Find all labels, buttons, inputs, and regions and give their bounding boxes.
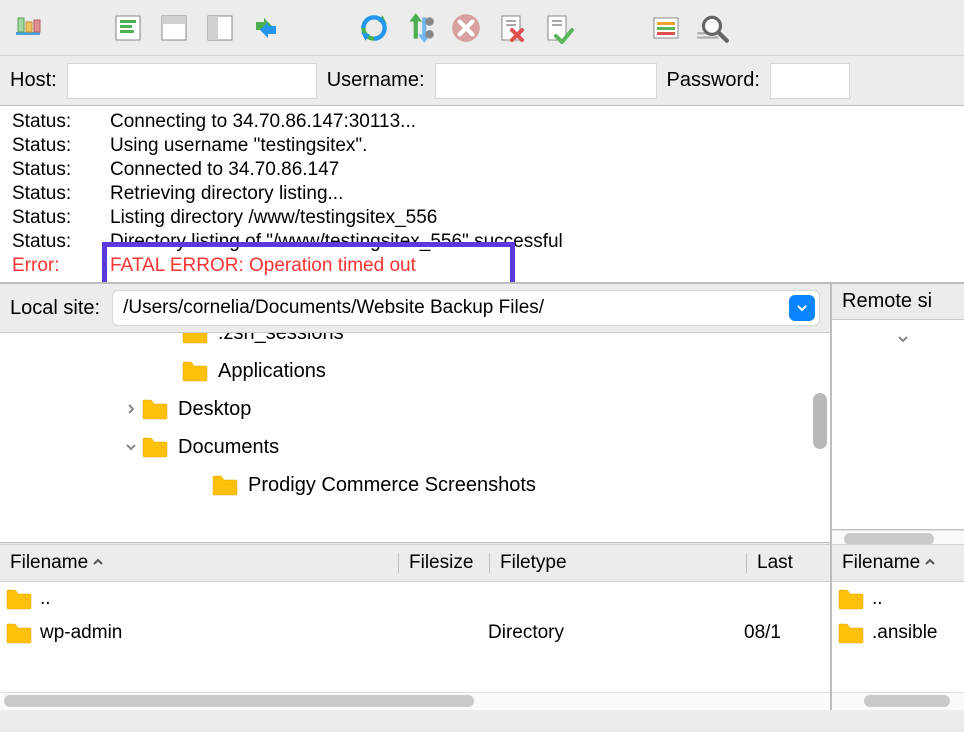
log-label: Status:: [0, 158, 110, 182]
refresh-button[interactable]: [354, 8, 394, 48]
remote-panel: Remote si: [832, 284, 964, 544]
folder-icon: [182, 360, 218, 382]
local-panel: Local site: /Users/cornelia/Documents/We…: [0, 284, 832, 544]
folder-icon: [0, 588, 40, 610]
local-path-text: /Users/cornelia/Documents/Website Backup…: [123, 297, 789, 319]
log-row: Status:Connected to 34.70.86.147: [0, 158, 964, 182]
tree-item[interactable]: Prodigy Commerce Screenshots: [0, 466, 830, 504]
username-input[interactable]: [435, 63, 657, 99]
local-site-label: Local site:: [10, 297, 100, 320]
log-label: Status:: [0, 206, 110, 230]
col-lastmod[interactable]: Last: [747, 552, 830, 574]
toggle-localtree-button[interactable]: [154, 8, 194, 48]
sort-asc-icon: [92, 555, 104, 571]
file-row[interactable]: ..: [832, 582, 964, 616]
tree-item[interactable]: Applications: [0, 352, 830, 390]
log-message: Directory listing of "/www/testingsitex_…: [110, 230, 964, 254]
tree-item-label: Desktop: [178, 398, 251, 421]
tree-item-label: Documents: [178, 436, 279, 459]
remote-tree-hscroll[interactable]: [832, 530, 964, 544]
log-message: Listing directory /www/testingsitex_556: [110, 206, 964, 230]
file-name: .ansible: [872, 622, 938, 644]
toggle-queue-button[interactable]: [246, 8, 286, 48]
file-name: wp-admin: [40, 622, 122, 644]
file-name: ..: [872, 588, 883, 610]
password-input[interactable]: [770, 63, 850, 99]
col-filename[interactable]: Filename: [832, 552, 964, 574]
file-name: ..: [40, 588, 51, 610]
col-filename[interactable]: Filename: [0, 552, 398, 574]
remote-site-label: Remote si: [842, 290, 932, 313]
remote-file-list: Filename .. .ansible: [832, 544, 964, 710]
toolbar: [0, 0, 964, 56]
file-row[interactable]: wp-admin Directory08/1: [0, 616, 830, 650]
tree-item[interactable]: .zsh_sessions: [0, 333, 830, 352]
folder-icon: [142, 436, 178, 458]
tree-item[interactable]: Desktop: [0, 390, 830, 428]
process-queue-button[interactable]: [400, 8, 440, 48]
sitemgr-button[interactable]: [8, 8, 48, 48]
log-label: Status:: [0, 230, 110, 254]
col-filetype[interactable]: Filetype: [490, 552, 746, 574]
remote-list-header[interactable]: Filename: [832, 544, 964, 582]
log-row: Status:Listing directory /www/testingsit…: [0, 206, 964, 230]
log-row: Error:FATAL ERROR: Operation timed out: [0, 254, 964, 278]
log-message: Connecting to 34.70.86.147:30113...: [110, 110, 964, 134]
quickconnect-bar: Host: Username: Password:: [0, 56, 964, 106]
host-input[interactable]: [67, 63, 317, 99]
chevron-down-icon[interactable]: [120, 441, 142, 453]
folder-icon: [182, 333, 218, 344]
local-list-hscroll[interactable]: [0, 692, 830, 710]
folder-icon: [0, 622, 40, 644]
toggle-remotetree-button[interactable]: [200, 8, 240, 48]
search-button[interactable]: [692, 8, 732, 48]
tree-item-label: Prodigy Commerce Screenshots: [248, 474, 536, 497]
cancel-button[interactable]: [446, 8, 486, 48]
tree-item-label: Applications: [218, 360, 326, 383]
local-file-list: Filename Filesize Filetype Last .. wp-adm…: [0, 544, 832, 710]
combo-dropdown-icon[interactable]: [789, 295, 815, 321]
toggle-log-button[interactable]: [108, 8, 148, 48]
log-label: Status:: [0, 182, 110, 206]
file-row[interactable]: .ansible: [832, 616, 964, 650]
chevron-right-icon[interactable]: [120, 403, 142, 415]
password-label: Password:: [667, 69, 760, 92]
tree-item-label: .zsh_sessions: [218, 333, 344, 345]
filter-button[interactable]: [646, 8, 686, 48]
file-type: Directory: [488, 622, 744, 644]
file-row[interactable]: ..: [0, 582, 830, 616]
chevron-down-icon[interactable]: [892, 333, 914, 345]
log-row: Status:Using username "testingsitex".: [0, 134, 964, 158]
folder-icon: [832, 588, 872, 610]
log-message: FATAL ERROR: Operation timed out: [110, 254, 964, 278]
tree-item[interactable]: Documents: [0, 428, 830, 466]
log-label: Status:: [0, 134, 110, 158]
message-log: Status:Connecting to 34.70.86.147:30113.…: [0, 106, 964, 284]
folder-icon: [142, 398, 178, 420]
scrollbar-thumb[interactable]: [813, 393, 827, 449]
log-message: Connected to 34.70.86.147: [110, 158, 964, 182]
disconnect-button[interactable]: [492, 8, 532, 48]
log-row: Status:Connecting to 34.70.86.147:30113.…: [0, 110, 964, 134]
sort-asc-icon: [924, 555, 936, 571]
file-modified: 08/1: [744, 622, 830, 644]
log-row: Status:Directory listing of "/www/testin…: [0, 230, 964, 254]
local-tree[interactable]: .zsh_sessions Applications Desktop Document…: [0, 333, 830, 543]
log-label: Status:: [0, 110, 110, 134]
username-label: Username:: [327, 69, 425, 92]
remote-tree[interactable]: [832, 320, 964, 530]
col-filesize[interactable]: Filesize: [399, 552, 489, 574]
folder-icon: [212, 474, 248, 496]
local-list-header[interactable]: Filename Filesize Filetype Last: [0, 544, 830, 582]
host-label: Host:: [10, 69, 57, 92]
log-row: Status:Retrieving directory listing...: [0, 182, 964, 206]
log-label: Error:: [0, 254, 110, 278]
remote-list-hscroll[interactable]: [832, 692, 964, 710]
reconnect-button[interactable]: [538, 8, 578, 48]
log-message: Retrieving directory listing...: [110, 182, 964, 206]
local-path-combo[interactable]: /Users/cornelia/Documents/Website Backup…: [112, 290, 820, 326]
log-message: Using username "testingsitex".: [110, 134, 964, 158]
folder-icon: [832, 622, 872, 644]
